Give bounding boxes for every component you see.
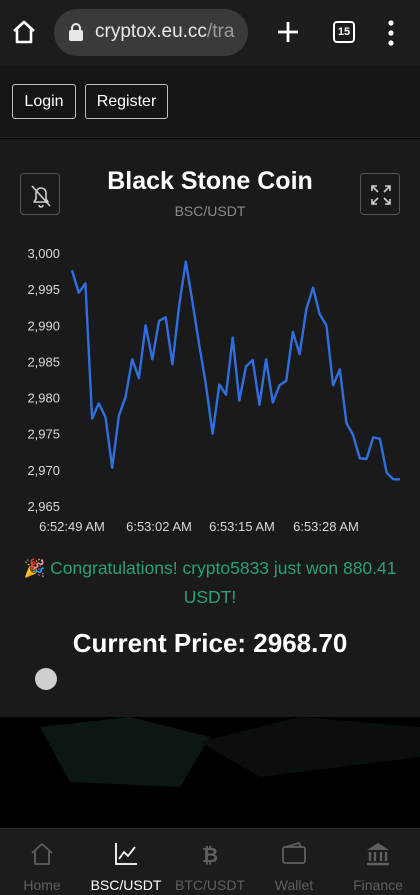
coin-pair: BSC/USDT	[174, 203, 246, 219]
login-button[interactable]: Login	[12, 84, 76, 119]
background-decoration	[0, 717, 420, 828]
fullscreen-button[interactable]	[360, 173, 400, 215]
home-icon	[31, 843, 53, 865]
y-tick-label: 3,000	[27, 246, 60, 261]
x-tick-label: 6:53:15 AM	[209, 519, 275, 534]
x-tick-label: 6:53:02 AM	[126, 519, 192, 534]
more-menu-icon[interactable]	[384, 18, 398, 48]
nav-label-bsc-usdt: BSC/USDT	[90, 877, 162, 893]
bank-icon	[367, 843, 389, 866]
svg-text:₿: ₿	[202, 843, 218, 867]
wallet-icon	[282, 841, 306, 864]
x-tick-label: 6:52:49 AM	[39, 519, 105, 534]
nav-item-home[interactable]: Home	[0, 829, 84, 895]
address-bar[interactable]: cryptox.eu.cc/tra	[54, 9, 248, 56]
home-icon[interactable]	[10, 18, 38, 46]
nav-item-btc-usdt[interactable]: ₿ BTC/USDT	[168, 829, 252, 895]
bitcoin-icon: ₿	[202, 843, 218, 867]
chart-line-icon	[115, 843, 137, 865]
winner-announcement: 🎉 Congratulations! crypto5833 just won 8…	[23, 558, 397, 604]
register-button[interactable]: Register	[85, 84, 168, 119]
y-tick-label: 2,990	[27, 318, 60, 333]
nav-label-wallet: Wallet	[274, 877, 314, 893]
browser-toolbar: cryptox.eu.cc/tra 15	[0, 0, 420, 66]
coin-title: Black Stone Coin	[107, 167, 313, 195]
status-dot	[35, 668, 57, 690]
lock-icon	[69, 23, 83, 41]
x-tick-label: 6:53:28 AM	[293, 519, 359, 534]
new-tab-icon[interactable]	[272, 16, 304, 48]
nav-item-bsc-usdt[interactable]: BSC/USDT	[84, 829, 168, 895]
auth-bar: Login Register	[0, 66, 420, 138]
y-tick-label: 2,995	[27, 282, 60, 297]
current-price: Current Price: 2968.70	[72, 628, 348, 658]
price-line	[70, 260, 400, 481]
url-text: cryptox.eu.cc/tra	[95, 21, 235, 42]
y-tick-label: 2,970	[27, 463, 60, 478]
y-tick-label: 2,975	[27, 427, 60, 442]
background-shape	[40, 717, 420, 787]
tab-count-button[interactable]: 15	[333, 21, 355, 43]
bottom-navigation: Home BSC/USDT ₿ BTC/USDT Wallet Finance	[0, 828, 420, 895]
y-tick-label: 2,965	[27, 499, 60, 514]
price-chart: 3,000 2,995 2,990 2,985 2,980 2,975 2,970 2,965…	[27, 246, 400, 534]
price-card: Black Stone Coin BSC/USDT 3,000 2,995 2,99…	[0, 139, 420, 717]
nav-label-home: Home	[23, 877, 61, 893]
nav-item-wallet[interactable]: Wallet	[252, 829, 336, 895]
expand-icon	[371, 185, 391, 205]
y-tick-label: 2,985	[27, 354, 60, 369]
nav-item-finance[interactable]: Finance	[336, 829, 420, 895]
nav-label-btc-usdt: BTC/USDT	[175, 877, 245, 893]
nav-label-finance: Finance	[353, 877, 403, 893]
y-tick-label: 2,980	[27, 391, 60, 406]
